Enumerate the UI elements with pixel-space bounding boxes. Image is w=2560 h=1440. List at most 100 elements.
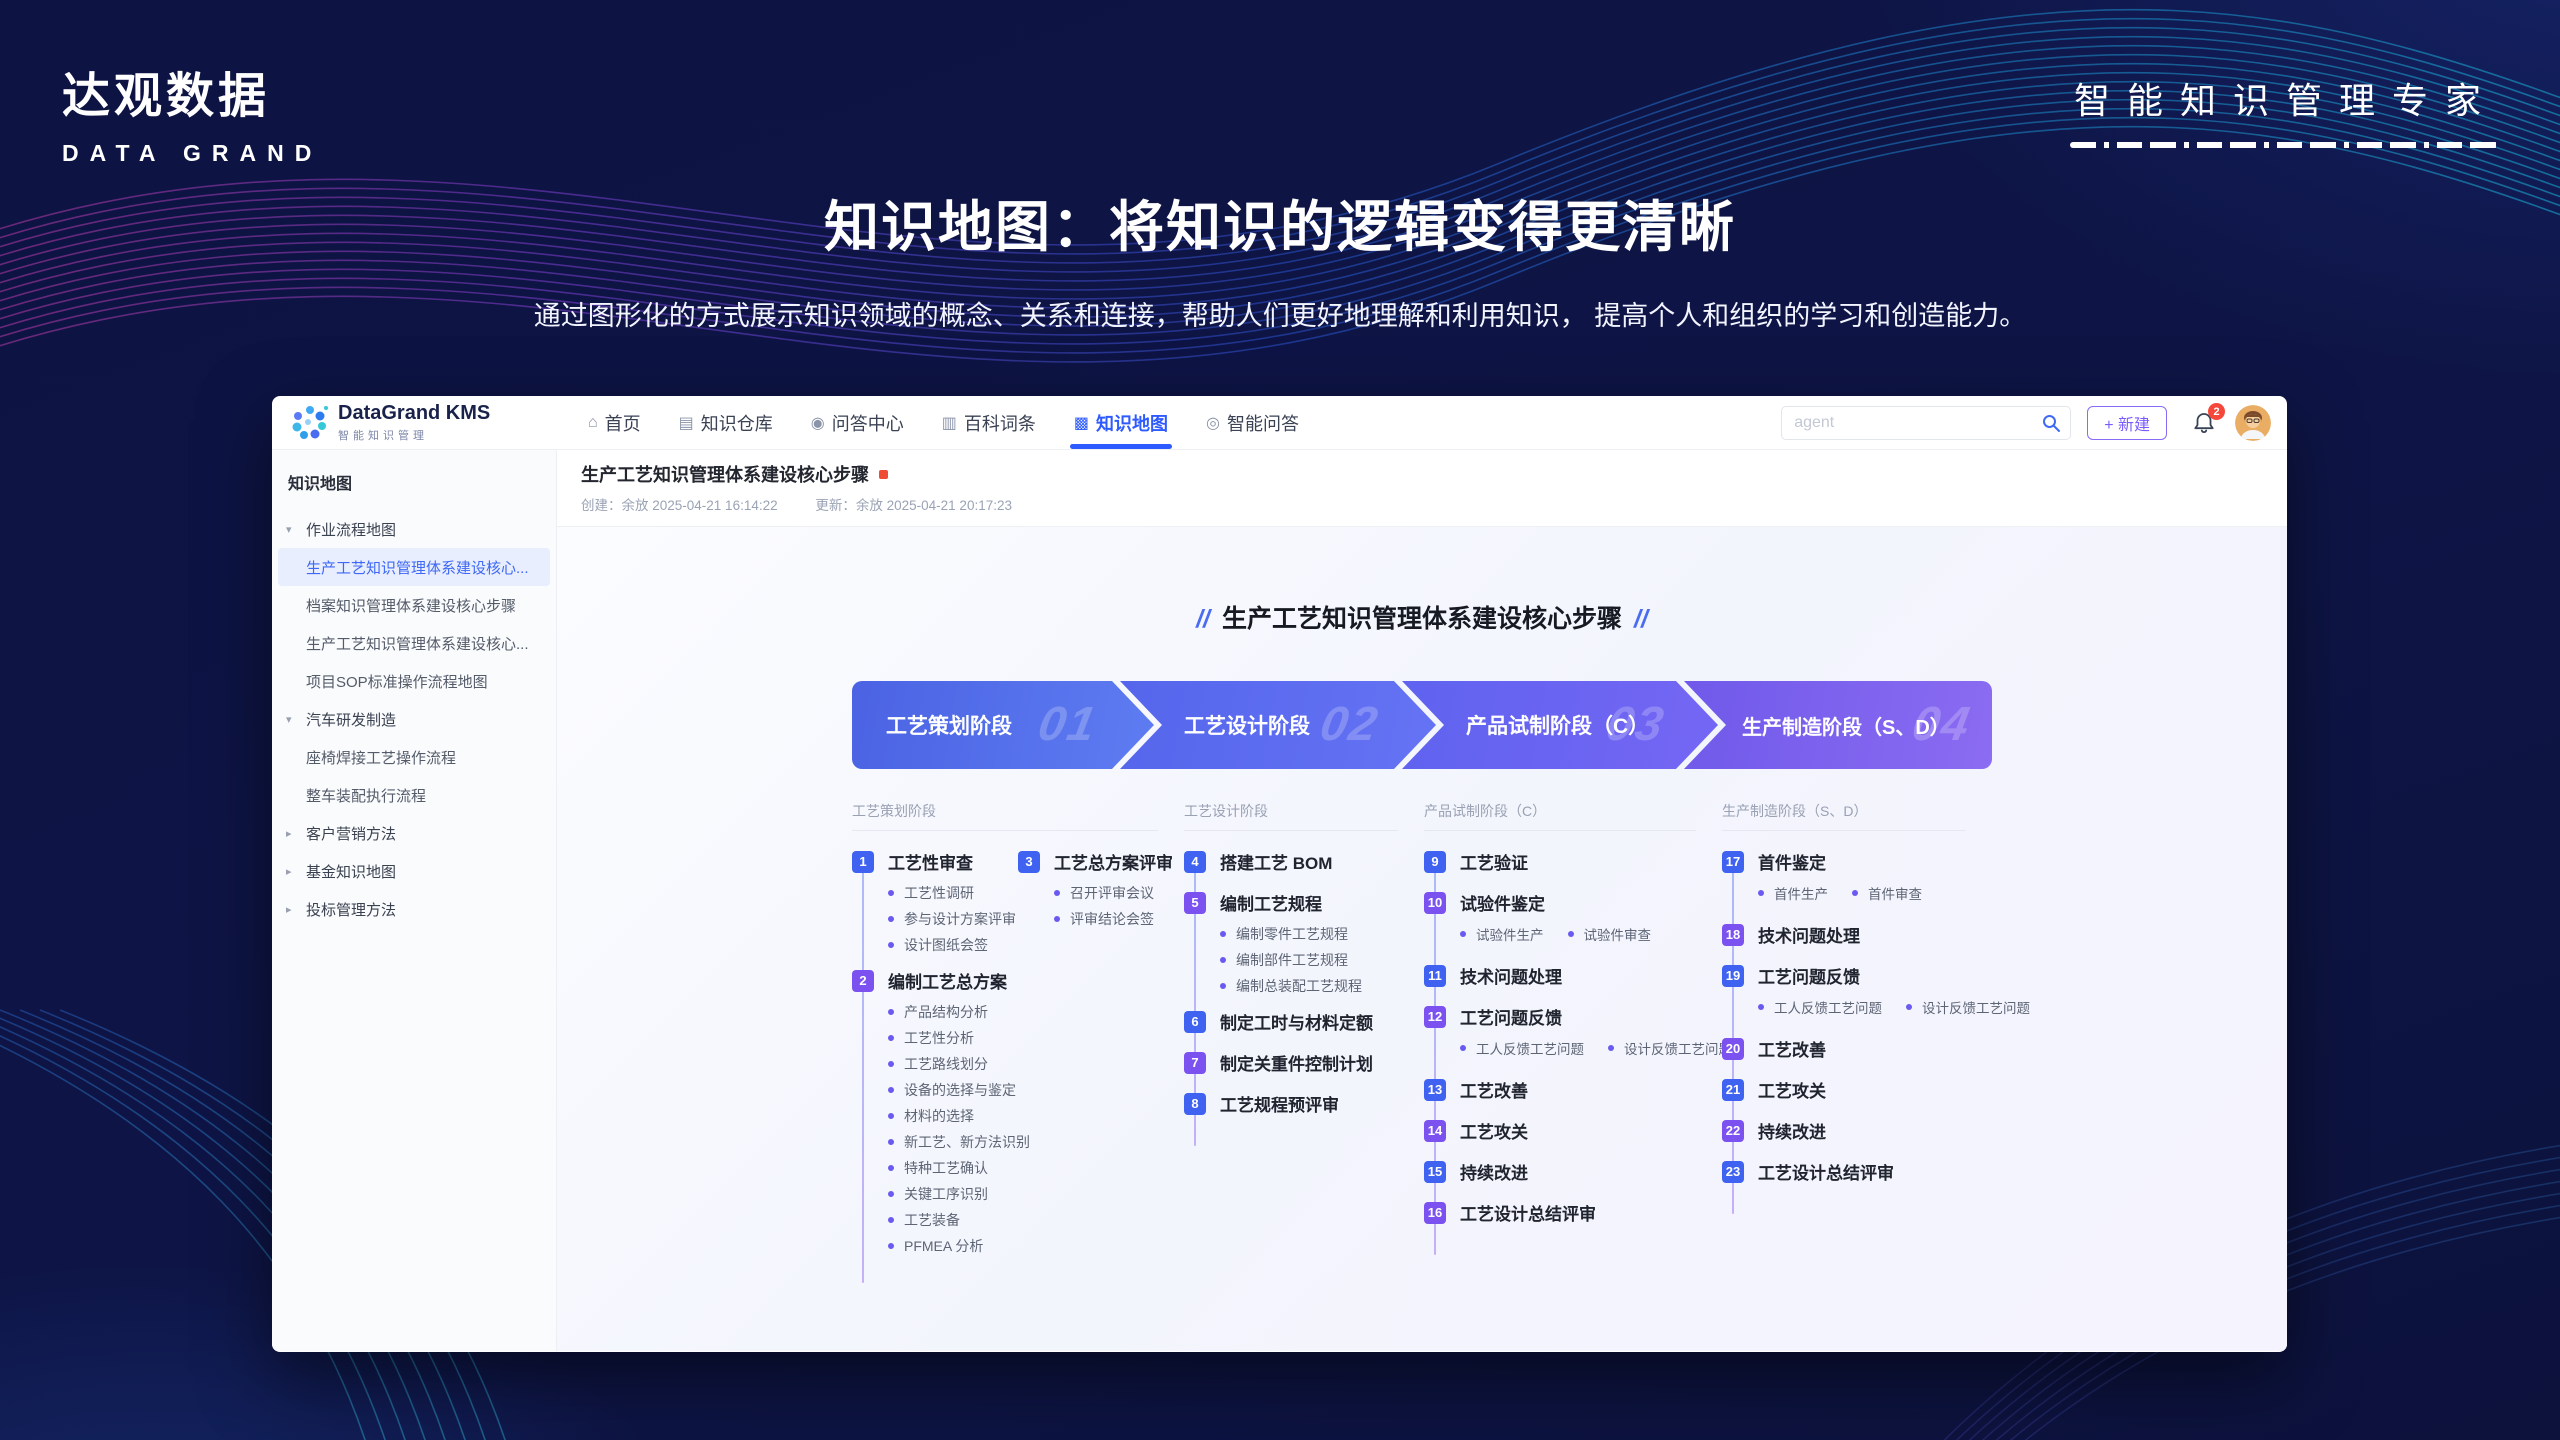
map-node-head[interactable]: 16 工艺设计总结评审 (1424, 1200, 1732, 1225)
map-node-head[interactable]: 19 工艺问题反馈 (1722, 963, 2030, 988)
step-title: 持续改进 (1460, 1159, 1528, 1184)
nav-item[interactable]: ◎ 智能问答 (1206, 396, 1299, 449)
map-node-head[interactable]: 14 工艺攻关 (1424, 1118, 1732, 1143)
step-title: 工艺攻关 (1460, 1118, 1528, 1143)
tree-row[interactable]: 档案知识管理体系建设核心步骤 (272, 586, 556, 624)
tree-item-label: 作业流程地图 (306, 519, 396, 540)
bullet-label: 工人反馈工艺问题 (1774, 997, 1882, 1017)
bullet-dot-icon (888, 1035, 894, 1041)
item-group: 9 工艺验证 (1424, 849, 1732, 1241)
column-header: 工艺设计阶段 (1184, 801, 1398, 831)
qa-center-icon: ◉ (811, 413, 825, 433)
bullet-label: 产品结构分析 (904, 1002, 988, 1022)
nav-item-label: 知识仓库 (701, 410, 773, 436)
bullet-item: 编制零件工艺规程 (1220, 924, 1373, 944)
map-node-head[interactable]: 5 编制工艺规程 (1184, 890, 1373, 915)
tree-row[interactable]: ▸ 客户营销方法 (272, 814, 556, 852)
nav-item[interactable]: ▤ 知识仓库 (679, 396, 773, 449)
step-bullets: 首件生产 首件审查 (1758, 874, 2030, 909)
step-bullets: 工人反馈工艺问题 设计反馈工艺问题 (1460, 1029, 1732, 1064)
content-area: 生产工艺知识管理体系建设核心步骤 创建：余放 2025-04-21 16:14:… (557, 450, 2287, 1351)
map-node-head[interactable]: 20 工艺改善 (1722, 1036, 2030, 1061)
nav-item[interactable]: ▩ 知识地图 (1074, 396, 1168, 449)
item-list: 9 工艺验证 (1424, 849, 1732, 1228)
map-node-head[interactable]: 18 技术问题处理 (1722, 922, 2030, 947)
tree-row[interactable]: 整车装配执行流程 (272, 776, 556, 814)
bullet-label: 特种工艺确认 (904, 1158, 988, 1178)
bullet-label: 关键工序识别 (904, 1184, 988, 1204)
tree-row[interactable]: 项目SOP标准操作流程地图 (272, 662, 556, 700)
search-input[interactable] (1781, 406, 2071, 440)
map-node-head[interactable]: 1 工艺性审查 (852, 849, 1018, 874)
map-node-head[interactable]: 17 首件鉴定 (1722, 849, 2030, 874)
bullet-dot-icon (888, 1009, 894, 1015)
map-node-head[interactable]: 11 技术问题处理 (1424, 963, 1732, 988)
avatar-image (2235, 405, 2271, 441)
column-header: 产品试制阶段（C） (1424, 801, 1696, 831)
doc-title-row: 生产工艺知识管理体系建设核心步骤 (581, 461, 2263, 487)
search-icon[interactable] (2041, 413, 2061, 433)
item-list: 3 工艺总方案评审 (1018, 849, 1173, 929)
app-logo-icon (290, 404, 328, 442)
tagline-dashes-decor (2070, 142, 2498, 148)
caret-icon: ▾ (286, 713, 306, 726)
bullet-label: 设计反馈工艺问题 (1922, 997, 2030, 1017)
tree-row[interactable]: 座椅焊接工艺操作流程 (272, 738, 556, 776)
nav-item[interactable]: ▥ 百科词条 (942, 396, 1036, 449)
bullet-label: 召开评审会议 (1070, 883, 1154, 903)
step-bullets (1460, 1184, 1732, 1187)
bullet-label: 试验件生产 (1476, 924, 1544, 944)
map-node: 10 试验件鉴定 (1424, 890, 1732, 950)
tree-row[interactable]: ▾ 汽车研发制造 (272, 700, 556, 738)
notifications-bell[interactable]: 2 (2187, 406, 2221, 440)
avatar[interactable] (2235, 405, 2271, 441)
map-node-head[interactable]: 2 编制工艺总方案 (852, 968, 1018, 993)
map-node-head[interactable]: 4 搭建工艺 BOM (1184, 849, 1373, 874)
step-number-badge: 15 (1424, 1161, 1446, 1183)
step-bullets (1220, 1034, 1373, 1037)
map-node-head[interactable]: 3 工艺总方案评审 (1018, 849, 1173, 874)
stage-label: 工艺策划阶段 (886, 710, 1012, 740)
map-node-head[interactable]: 6 制定工时与材料定额 (1184, 1009, 1373, 1034)
map-node-head[interactable]: 13 工艺改善 (1424, 1077, 1732, 1102)
stage-segment: 工艺设计阶段 02 (1120, 681, 1436, 769)
bullet-item: 关键工序识别 (888, 1184, 1018, 1204)
app-brand[interactable]: DataGrand KMS 智能知识管理 (272, 402, 564, 443)
map-node: 12 工艺问题反馈 (1424, 1004, 1732, 1064)
map-node-head[interactable]: 10 试验件鉴定 (1424, 890, 1732, 915)
tree-item-label: 座椅焊接工艺操作流程 (306, 747, 456, 768)
nav-item-label: 智能问答 (1227, 410, 1299, 436)
tree-row[interactable]: ▸ 投标管理方法 (272, 890, 556, 928)
map-node-head[interactable]: 15 持续改进 (1424, 1159, 1732, 1184)
nav-item[interactable]: ⌂ 首页 (588, 396, 641, 449)
map-node-head[interactable]: 9 工艺验证 (1424, 849, 1732, 874)
map-node-head[interactable]: 8 工艺规程预评审 (1184, 1091, 1373, 1116)
knowledge-base-icon: ▤ (679, 413, 694, 433)
map-node-head[interactable]: 12 工艺问题反馈 (1424, 1004, 1732, 1029)
map-node-head[interactable]: 7 制定关重件控制计划 (1184, 1050, 1373, 1075)
bullet-item: 首件审查 (1852, 883, 1922, 903)
step-title: 搭建工艺 BOM (1220, 849, 1332, 874)
map-node-head[interactable]: 22 持续改进 (1722, 1118, 2030, 1143)
bullet-dot-icon (888, 1061, 894, 1067)
nav-item[interactable]: ◉ 问答中心 (811, 396, 904, 449)
tree-row[interactable]: 生产工艺知识管理体系建设核心... (272, 624, 556, 662)
map-node: 6 制定工时与材料定额 (1184, 1009, 1373, 1037)
step-number-badge: 13 (1424, 1079, 1446, 1101)
step-title: 工艺问题反馈 (1460, 1004, 1562, 1029)
bullet-dot-icon (888, 1139, 894, 1145)
timeline-line (862, 855, 864, 1283)
tree-row[interactable]: ▾ 作业流程地图 (272, 510, 556, 548)
new-button[interactable]: + 新建 (2087, 406, 2167, 440)
tree-item-label: 基金知识地图 (306, 861, 396, 882)
map-node-head[interactable]: 23 工艺设计总结评审 (1722, 1159, 2030, 1184)
tree-row[interactable]: ▸ 基金知识地图 (272, 852, 556, 890)
bullet-label: PFMEA 分析 (904, 1236, 983, 1256)
tree-row[interactable]: 生产工艺知识管理体系建设核心... (278, 548, 550, 586)
bullet-dot-icon (888, 1165, 894, 1171)
step-title: 工艺改善 (1758, 1036, 1826, 1061)
stage-banner: 工艺策划阶段 01 工艺设计阶段 02 产品试制阶段（C） 03 生产制造阶段（… (852, 681, 1992, 769)
map-node-head[interactable]: 21 工艺攻关 (1722, 1077, 2030, 1102)
caret-icon: ▸ (286, 827, 306, 840)
nav-items: ⌂ 首页 ▤ 知识仓库 ◉ 问答中心 ▥ 百科词条 ▩ 知识地图 (588, 396, 1299, 449)
